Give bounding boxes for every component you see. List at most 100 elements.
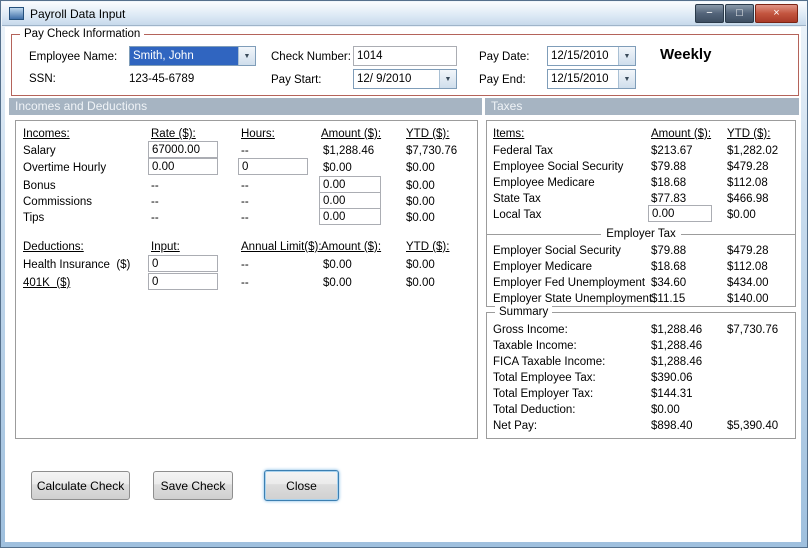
- pay-start-label: Pay Start:: [271, 74, 322, 86]
- tax-er-state-unemp-ytd: $140.00: [727, 293, 769, 305]
- tax-local-label: Local Tax: [493, 209, 542, 221]
- check-number-input[interactable]: [353, 46, 457, 66]
- tax-er-fed-unemp-amount: $34.60: [651, 277, 687, 289]
- employee-name-label: Employee Name:: [29, 51, 118, 63]
- tax-er-medicare-amount: $18.68: [651, 261, 687, 273]
- tax-state-ytd: $466.98: [727, 193, 769, 205]
- paycheck-info-legend: Pay Check Information: [20, 27, 145, 41]
- minimize-button[interactable]: −: [695, 4, 724, 23]
- summary-legend: Summary: [495, 305, 553, 319]
- tax-er-state-unemp-label: Employer State Unemployment: [493, 293, 653, 305]
- incomes-deductions-header: Incomes and Deductions: [9, 98, 482, 115]
- caption-buttons: − □ ×: [695, 4, 798, 23]
- tax-federal-ytd: $1,282.02: [727, 145, 779, 157]
- income-salary-ytd: $7,730.76: [406, 145, 458, 157]
- employee-name-select[interactable]: Smith, John ▼: [129, 46, 256, 66]
- health-insurance-input[interactable]: [148, 255, 218, 272]
- deductions-col-ytd: YTD ($):: [406, 241, 450, 253]
- maximize-button[interactable]: □: [725, 4, 754, 23]
- payroll-window: Payroll Data Input − □ × Pay Check Infor…: [0, 0, 808, 548]
- income-tips-hours: --: [241, 212, 249, 224]
- pay-end-picker[interactable]: 12/15/2010 ▼: [547, 69, 636, 89]
- 401k-input[interactable]: [148, 273, 218, 290]
- tax-emp-ss-ytd: $479.28: [727, 161, 769, 173]
- close-window-button[interactable]: ×: [755, 4, 798, 23]
- summary-gross-label: Gross Income:: [493, 324, 568, 336]
- tax-er-fed-unemp-label: Employer Fed Unemployment: [493, 277, 646, 289]
- tax-federal-label: Federal Tax: [493, 145, 553, 157]
- income-bonus-label: Bonus: [23, 180, 56, 192]
- tax-local-ytd: $0.00: [727, 209, 756, 221]
- deduction-401k-link[interactable]: 401K ($): [23, 276, 70, 290]
- summary-gross-amount: $1,288.46: [651, 324, 703, 336]
- deduction-health-amount: $0.00: [323, 259, 352, 271]
- income-commissions-ytd: $0.00: [406, 196, 435, 208]
- taxes-col-amount: Amount ($):: [651, 128, 712, 140]
- tax-state-label: State Tax: [493, 193, 541, 205]
- tax-er-ss-amount: $79.88: [651, 245, 687, 257]
- close-button[interactable]: Close: [264, 470, 339, 501]
- income-bonus-hours: --: [241, 180, 249, 192]
- tax-emp-medicare-ytd: $112.08: [727, 177, 768, 189]
- commissions-amount-input[interactable]: [319, 192, 381, 209]
- deductions-col-amount: Amount ($):: [321, 241, 382, 253]
- bonus-amount-input[interactable]: [319, 176, 381, 193]
- summary-taxable-amount: $1,288.46: [651, 340, 703, 352]
- incomes-col-amount: Amount ($):: [321, 128, 382, 140]
- deduction-health-limit: --: [241, 259, 249, 271]
- income-tips-label: Tips: [23, 212, 45, 224]
- income-commissions-rate: --: [151, 196, 159, 208]
- chevron-down-icon[interactable]: ▼: [618, 47, 635, 65]
- tax-emp-medicare-label: Employee Medicare: [493, 177, 595, 189]
- tax-state-amount: $77.83: [651, 193, 687, 205]
- tax-er-fed-unemp-ytd: $434.00: [727, 277, 769, 289]
- income-overtime-amount: $0.00: [323, 162, 352, 174]
- summary-gross-ytd: $7,730.76: [727, 324, 779, 336]
- tax-er-state-unemp-amount: $11.15: [651, 293, 686, 305]
- salary-rate-input[interactable]: [148, 141, 218, 158]
- overtime-rate-input[interactable]: [148, 158, 218, 175]
- save-check-button[interactable]: Save Check: [153, 471, 233, 500]
- chevron-down-icon[interactable]: ▼: [439, 70, 456, 88]
- local-tax-input[interactable]: [648, 205, 712, 222]
- income-bonus-ytd: $0.00: [406, 180, 435, 192]
- incomes-col-hours: Hours:: [241, 128, 275, 140]
- summary-deduction-amount: $0.00: [651, 404, 680, 416]
- pay-date-picker[interactable]: 12/15/2010 ▼: [547, 46, 636, 66]
- chevron-down-icon[interactable]: ▼: [618, 70, 635, 88]
- check-number-label: Check Number:: [271, 51, 351, 63]
- app-icon: [9, 7, 24, 20]
- employer-tax-header: Employer Tax: [606, 228, 676, 240]
- employee-name-value: Smith, John: [130, 47, 238, 65]
- income-overtime-ytd: $0.00: [406, 162, 435, 174]
- pay-start-picker[interactable]: 12/ 9/2010 ▼: [353, 69, 457, 89]
- taxes-header: Taxes: [485, 98, 799, 115]
- tax-er-medicare-ytd: $112.08: [727, 261, 768, 273]
- chevron-down-icon[interactable]: ▼: [238, 47, 255, 65]
- income-commissions-hours: --: [241, 196, 249, 208]
- summary-netpay-amount: $898.40: [651, 420, 693, 432]
- pay-end-value: 12/15/2010: [551, 73, 609, 85]
- summary-er-tax-amount: $144.31: [651, 388, 693, 400]
- income-commissions-label: Commissions: [23, 196, 93, 208]
- summary-netpay-label: Net Pay:: [493, 420, 538, 432]
- overtime-hours-input[interactable]: [238, 158, 308, 175]
- taxes-col-items: Items:: [493, 128, 525, 140]
- tax-er-ss-ytd: $479.28: [727, 245, 769, 257]
- tax-er-medicare-label: Employer Medicare: [493, 261, 593, 273]
- income-tips-rate: --: [151, 212, 159, 224]
- ssn-value: 123-45-6789: [129, 73, 195, 85]
- deduction-401k-limit: --: [241, 277, 249, 289]
- tips-amount-input[interactable]: [319, 208, 381, 225]
- deduction-401k-ytd: $0.00: [406, 277, 435, 289]
- deduction-health-label: Health Insurance ($): [23, 259, 131, 271]
- summary-er-tax-label: Total Employer Tax:: [493, 388, 594, 400]
- deduction-health-ytd: $0.00: [406, 259, 435, 271]
- deductions-col-input: Input:: [151, 241, 180, 253]
- summary-deduction-label: Total Deduction:: [493, 404, 576, 416]
- calculate-check-button[interactable]: Calculate Check: [31, 471, 130, 500]
- summary-fica-amount: $1,288.46: [651, 356, 703, 368]
- deductions-col-limit: Annual Limit($):: [241, 241, 322, 253]
- income-overtime-label: Overtime Hourly: [23, 162, 107, 174]
- titlebar[interactable]: Payroll Data Input: [2, 2, 806, 26]
